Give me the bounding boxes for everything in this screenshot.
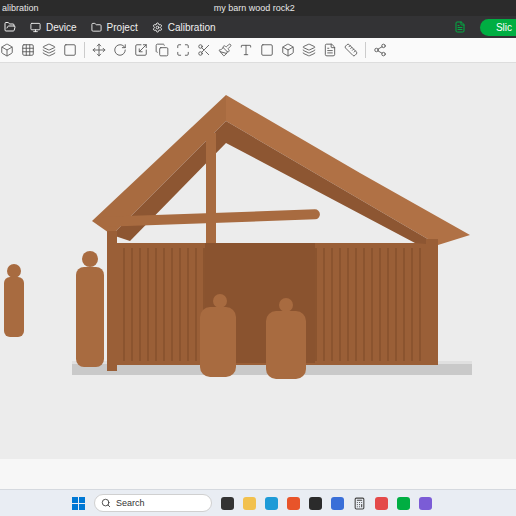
- windows-icon[interactable]: [72, 497, 85, 510]
- tool-icon[interactable]: [218, 43, 232, 57]
- tab-title[interactable]: alibration: [2, 3, 39, 13]
- slice-button[interactable]: Slic: [480, 19, 516, 36]
- tool-icon[interactable]: [176, 43, 190, 57]
- tool-icon[interactable]: [0, 43, 14, 57]
- tool-icon[interactable]: [323, 43, 337, 57]
- tool-icon[interactable]: [260, 43, 274, 57]
- app-icon[interactable]: [221, 497, 234, 510]
- tool-icon[interactable]: [113, 43, 127, 57]
- toolbar-separator: [84, 42, 85, 58]
- tool-icon[interactable]: [134, 43, 148, 57]
- tool-icon[interactable]: [92, 43, 106, 57]
- toolbar-separator: [365, 42, 366, 58]
- tool-icon[interactable]: [42, 43, 56, 57]
- search-icon: [101, 498, 111, 508]
- app-icon[interactable]: [375, 497, 388, 510]
- app-icon[interactable]: [419, 497, 432, 510]
- calibration-icon: [152, 22, 163, 33]
- menu-bar: Device Project Calibration Slic: [0, 16, 516, 38]
- menu-item[interactable]: Calibration: [152, 22, 216, 33]
- 3d-viewport[interactable]: [0, 63, 516, 459]
- file-icon[interactable]: [454, 21, 466, 33]
- window-title: my barn wood rock2: [39, 3, 470, 13]
- taskbar: Search: [0, 489, 516, 516]
- device-icon: [30, 22, 41, 33]
- app-icon[interactable]: [309, 497, 322, 510]
- calculator-icon[interactable]: [353, 497, 366, 510]
- tool-icon[interactable]: [21, 43, 35, 57]
- app-icon[interactable]: [331, 497, 344, 510]
- app-icon[interactable]: [243, 497, 256, 510]
- tool-icon[interactable]: [373, 43, 387, 57]
- barn-model[interactable]: [0, 63, 516, 455]
- project-icon: [91, 22, 102, 33]
- app-icon[interactable]: [287, 497, 300, 510]
- folder-icon[interactable]: [4, 21, 16, 33]
- slicer-app: alibrationmy barn wood rock2 Device Projec…: [0, 0, 516, 516]
- search-box[interactable]: Search: [94, 494, 212, 512]
- tool-icon[interactable]: [239, 43, 253, 57]
- tool-icon[interactable]: [197, 43, 211, 57]
- edge-icon[interactable]: [265, 497, 278, 510]
- tool-icon[interactable]: [302, 43, 316, 57]
- menu-item[interactable]: Project: [91, 22, 138, 33]
- tool-icon[interactable]: [155, 43, 169, 57]
- title-bar: alibrationmy barn wood rock2: [0, 0, 516, 16]
- bottom-strip: [0, 459, 516, 489]
- menu-item[interactable]: Device: [30, 22, 77, 33]
- bambu-icon[interactable]: [397, 497, 410, 510]
- tool-icon[interactable]: [281, 43, 295, 57]
- tool-icon[interactable]: [63, 43, 77, 57]
- toolbar: [0, 38, 516, 63]
- tool-icon[interactable]: [344, 43, 358, 57]
